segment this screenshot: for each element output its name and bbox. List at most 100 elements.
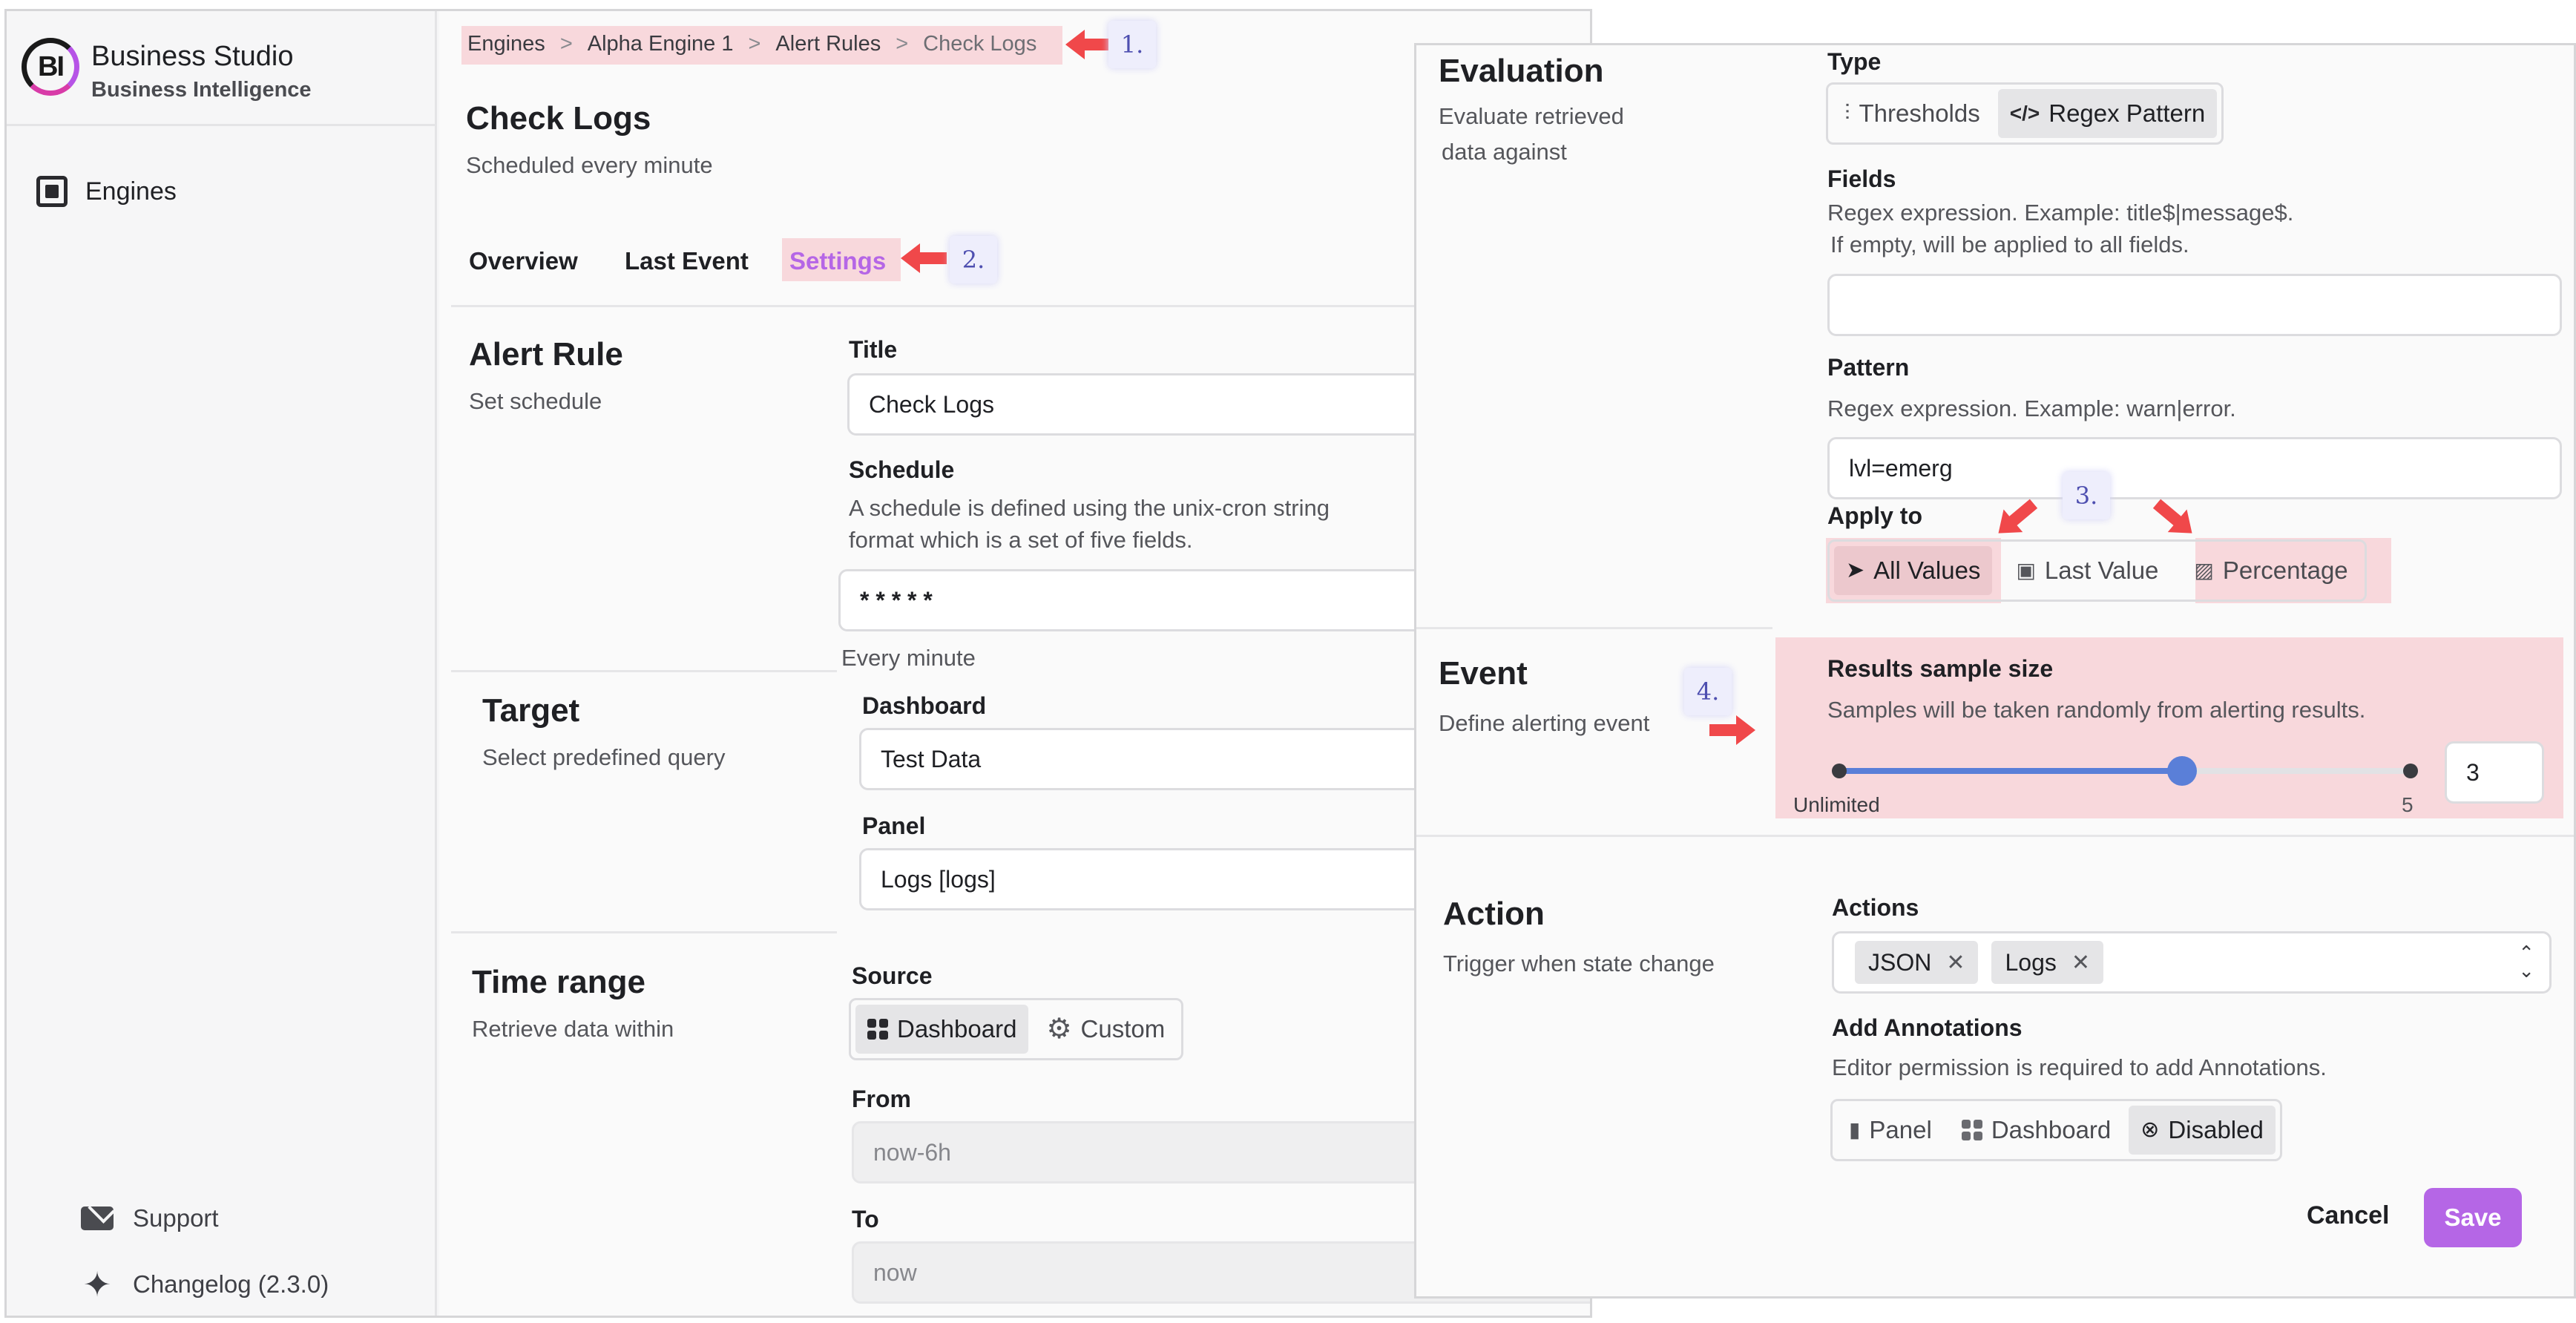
chevron-right-icon: > (559, 32, 573, 56)
apply-last-value-option[interactable]: ▣ Last Value (2004, 546, 2170, 595)
annotation-number-1: 1. (1108, 21, 1156, 68)
chevron-right-icon: > (896, 32, 909, 56)
send-icon: ➤ (1846, 558, 1865, 582)
to-label: To (852, 1206, 879, 1232)
type-thresholds-option[interactable]: ⫶ Thresholds (1833, 89, 1992, 138)
breadcrumb-engines[interactable]: Engines (467, 32, 545, 56)
mail-icon (81, 1207, 114, 1230)
schedule-help: A schedule is defined using the unix-cro… (849, 492, 1330, 556)
source-label: Source (852, 962, 933, 989)
tab-overview[interactable]: Overview (469, 247, 578, 275)
tab-settings[interactable]: Settings (789, 247, 886, 275)
support-label: Support (133, 1204, 219, 1232)
section-divider (451, 931, 837, 933)
apply-percentage-option[interactable]: ▨ Percentage (2182, 546, 2359, 595)
slider-thumb[interactable] (2167, 756, 2197, 786)
bar-chart-icon: ▮ (1849, 1118, 1861, 1141)
event-desc: Define alerting event (1439, 710, 1650, 736)
type-toggle: ⫶ Thresholds </> Regex Pattern (1826, 82, 2224, 145)
action-desc: Trigger when state change (1443, 951, 1715, 976)
main-window: BI Business Studio Business Intelligence… (4, 9, 1592, 1318)
source-custom-option[interactable]: ⚙ Custom (1034, 1005, 1177, 1054)
annotation-number-4: 4. (1684, 668, 1732, 715)
chip-icon (36, 176, 68, 207)
fields-input[interactable] (1827, 274, 2562, 336)
action-title: Action (1443, 896, 1545, 932)
annotation-number-3: 3. (2063, 472, 2110, 519)
sliders-icon: ⫶ (1844, 101, 1850, 125)
sidebar-divider (7, 124, 437, 126)
annotation-arrow-4 (1709, 715, 1755, 745)
annotations-disabled-option[interactable]: ⊗ Disabled (2129, 1106, 2276, 1155)
evaluation-desc-line1: Evaluate retrieved (1439, 103, 1624, 129)
tab-last-event[interactable]: Last Event (625, 247, 749, 275)
pattern-help: Regex expression. Example: warn|error. (1827, 395, 2236, 421)
actions-multiselect[interactable]: JSON ✕ Logs ✕ ⌃ ⌄ (1832, 931, 2552, 994)
apply-all-values-label: All Values (1873, 557, 1981, 584)
schedule-help-line1: A schedule is defined using the unix-cro… (849, 495, 1330, 521)
breadcrumb-alpha-engine[interactable]: Alpha Engine 1 (588, 32, 734, 56)
brand-name: Business Studio (91, 41, 294, 72)
slider-max-mark (2403, 764, 2418, 778)
slider-max-label: 5 (2402, 793, 2414, 816)
dashboard-grid-icon (1961, 1120, 1982, 1140)
sidebar-item-engines[interactable]: Engines (36, 176, 177, 207)
title-label: Title (849, 336, 898, 363)
annotation-arrow-2 (901, 243, 947, 273)
annotations-panel-label: Panel (1869, 1116, 1932, 1143)
sidebar: BI Business Studio Business Intelligence… (7, 11, 437, 1316)
apply-all-values-option[interactable]: ➤ All Values (1834, 546, 1993, 595)
panel-label: Panel (862, 812, 926, 839)
alert-rule-desc: Set schedule (469, 388, 602, 414)
breadcrumb-alert-rules[interactable]: Alert Rules (775, 32, 881, 56)
action-tag-label: JSON (1868, 948, 1932, 976)
slider-min-label: Unlimited (1793, 793, 1880, 816)
changelog-label: Changelog (2.3.0) (133, 1270, 329, 1298)
sample-size-input[interactable]: 3 (2445, 741, 2544, 804)
schedule-help-line2: format which is a set of five fields. (849, 527, 1193, 553)
brand-logo: BI (22, 38, 79, 96)
sparkles-icon: ✦ (82, 1265, 112, 1304)
source-dashboard-label: Dashboard (897, 1015, 1017, 1043)
dashboard-label: Dashboard (862, 692, 987, 719)
percentage-icon: ▨ (2194, 559, 2214, 582)
add-annotations-label: Add Annotations (1832, 1014, 2023, 1041)
breadcrumb-current: Check Logs (923, 32, 1037, 56)
sidebar-item-changelog[interactable]: ✦ Changelog (2.3.0) (81, 1265, 329, 1304)
target-title: Target (482, 692, 580, 729)
type-regex-option[interactable]: </> Regex Pattern (1997, 89, 2218, 138)
type-label: Type (1827, 48, 1882, 75)
annotations-dashboard-label: Dashboard (1991, 1116, 2112, 1143)
section-divider (451, 670, 837, 672)
sidebar-item-support[interactable]: Support (81, 1204, 219, 1232)
annotations-dashboard-option[interactable]: Dashboard (1950, 1106, 2123, 1155)
slider-fill (1839, 768, 2182, 774)
evaluation-title: Evaluation (1439, 53, 1604, 89)
dashboard-grid-icon (867, 1019, 888, 1040)
close-icon[interactable]: ✕ (2071, 950, 2090, 976)
source-dashboard-option[interactable]: Dashboard (855, 1005, 1029, 1054)
apply-percentage-label: Percentage (2222, 557, 2348, 584)
sidebar-item-label: Engines (85, 177, 177, 206)
sample-size-help: Samples will be taken randomly from aler… (1827, 697, 2366, 723)
event-title: Event (1439, 655, 1528, 692)
slider-min-mark (1832, 764, 1847, 778)
save-button[interactable]: Save (2424, 1188, 2522, 1247)
sample-size-label: Results sample size (1827, 655, 2054, 682)
schedule-label: Schedule (849, 456, 955, 483)
type-thresholds-label: Thresholds (1859, 99, 1980, 127)
annotation-number-2: 2. (950, 236, 997, 283)
apply-to-label: Apply to (1827, 502, 1922, 529)
pattern-input[interactable]: lvl=emerg (1827, 437, 2562, 499)
cancel-button[interactable]: Cancel (2307, 1201, 2390, 1230)
source-toggle: Dashboard ⚙ Custom (849, 998, 1184, 1060)
time-range-title: Time range (472, 964, 645, 1000)
annotations-panel-option[interactable]: ▮ Panel (1837, 1106, 1944, 1155)
breadcrumb: Engines > Alpha Engine 1 > Alert Rules >… (467, 32, 1036, 56)
fields-label: Fields (1827, 165, 1896, 192)
code-icon: </> (2009, 102, 2040, 125)
settings-window: Evaluation Evaluate retrieved data again… (1414, 43, 2576, 1299)
annotations-toggle: ▮ Panel Dashboard ⊗ Disabled (1830, 1099, 2282, 1161)
close-icon[interactable]: ✕ (1946, 950, 1965, 976)
apply-last-value-label: Last Value (2044, 557, 2159, 584)
